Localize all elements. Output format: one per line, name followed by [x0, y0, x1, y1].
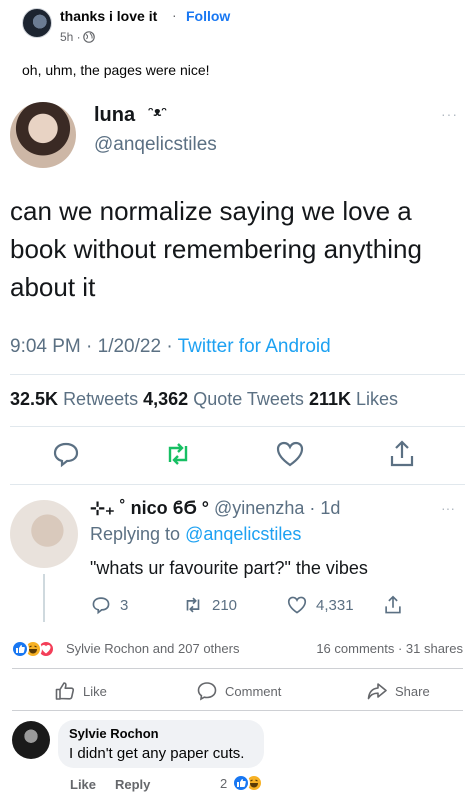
- reply-retweets-count: 210: [212, 596, 238, 614]
- retweets-label: Retweets: [63, 389, 139, 409]
- reply-header: ⊹₊ ˚ nico ϐϬ ° @yinenzha · 1d: [90, 498, 340, 519]
- share-label: Share: [395, 683, 430, 699]
- reply-likes-count: 4,331: [316, 596, 354, 614]
- reply-text: "whats ur favourite part?" the vibes: [90, 558, 368, 578]
- reply-handle-time: @yinenzha · 1d: [214, 498, 341, 518]
- tweet-divider: [10, 426, 465, 427]
- reply-replies-count: 3: [120, 596, 129, 614]
- reaction-names[interactable]: Sylvie Rochon and 207 others: [66, 641, 239, 656]
- divider: [12, 710, 463, 711]
- post-actions: Like Comment Share: [0, 674, 475, 708]
- retweets-count: 32.5K: [10, 389, 59, 409]
- tweet-stats: 32.5K Retweets 4,362 Quote Tweets 211K L…: [10, 389, 398, 410]
- replying-prefix: Replying to: [90, 524, 181, 544]
- reply-icon: [53, 442, 79, 468]
- comment-reaction-count[interactable]: 2: [220, 776, 227, 791]
- tweet-avatar: [10, 102, 76, 168]
- page-avatar[interactable]: [22, 8, 52, 38]
- tweet-divider: [10, 484, 465, 485]
- like-reaction-icon: [11, 640, 29, 658]
- reply-more-icon: ···: [441, 500, 455, 516]
- post-header: thanks i love it · Follow 5h · oh, uhm, …: [0, 0, 475, 88]
- comment-like-button[interactable]: Like: [70, 777, 96, 792]
- reply-replies: 3: [90, 594, 128, 616]
- quotes-label: Quote Tweets: [193, 389, 304, 409]
- reply-retweets: 210: [182, 594, 237, 616]
- reply-name: ⊹₊ ˚ nico ϐϬ °: [90, 498, 209, 518]
- post-time[interactable]: 5h ·: [60, 30, 81, 44]
- share-icon: [385, 595, 401, 614]
- tweet-text: can we normalize saying we love a book w…: [10, 196, 422, 302]
- tweet-more-icon: ···: [441, 106, 458, 122]
- page-name[interactable]: thanks i love it: [60, 8, 157, 24]
- comment-button[interactable]: Comment: [196, 680, 281, 702]
- comment-label: Comment: [225, 683, 282, 699]
- thread-line: [43, 574, 45, 622]
- share-icon: [390, 440, 414, 467]
- reply-share: [382, 594, 404, 616]
- retweet-icon: [186, 597, 200, 613]
- share-button[interactable]: Share: [366, 680, 430, 702]
- share-arrow-icon: [367, 683, 387, 700]
- reply-icon: [92, 597, 110, 615]
- like-label: Like: [83, 683, 107, 699]
- tweet-meta: 9:04 PM · 1/20/22 · Twitter for Android: [10, 336, 331, 358]
- reply-avatar: [10, 500, 78, 568]
- separator-dot: ·: [172, 7, 177, 23]
- thumbs-up-icon: [55, 682, 75, 700]
- follow-button[interactable]: Follow: [186, 8, 230, 24]
- tweet-screenshot[interactable]: luna ᵔᴥᵔ @anqelicstiles ··· can we norma…: [0, 92, 475, 632]
- replying-handle: @anqelicstiles: [185, 524, 302, 544]
- tweet-display-name: luna: [94, 104, 136, 126]
- tweet-timestamp: 9:04 PM · 1/20/22 ·: [10, 336, 178, 357]
- commenter-avatar[interactable]: [12, 721, 50, 759]
- tweet-divider: [10, 374, 465, 375]
- heart-icon: [287, 596, 307, 614]
- reply-actions: 3 210 4,331: [90, 594, 420, 618]
- tweet-handle: @anqelicstiles: [94, 134, 217, 155]
- quotes-count: 4,362: [143, 389, 189, 409]
- likes-label: Likes: [356, 389, 399, 409]
- divider: [12, 668, 463, 669]
- comment-reply-button[interactable]: Reply: [115, 777, 150, 792]
- heart-icon: [276, 441, 304, 467]
- tweet-name-emoji: ᵔᴥᵔ: [148, 104, 167, 119]
- retweet-icon: [168, 443, 188, 465]
- like-reaction-icon: [232, 774, 250, 792]
- reaction-icons[interactable]: [11, 640, 63, 658]
- comment-text: I didn't get any paper cuts.: [69, 745, 245, 762]
- like-button[interactable]: Like: [54, 680, 107, 702]
- globe-icon: [83, 31, 95, 43]
- likes-count: 211K: [308, 389, 351, 409]
- comment-author[interactable]: Sylvie Rochon: [69, 726, 159, 741]
- tweet-actions: [0, 438, 475, 478]
- reply-likes: 4,331: [286, 594, 354, 616]
- comment-icon: [197, 682, 217, 701]
- comment-reaction-icons[interactable]: [232, 773, 268, 793]
- reactions-summary: Sylvie Rochon and 207 others 16 comments…: [0, 636, 475, 662]
- comments-shares-count[interactable]: 16 comments · 31 shares: [316, 641, 463, 656]
- post-caption: oh, uhm, the pages were nice!: [22, 62, 210, 78]
- tweet-app: Twitter for Android: [177, 336, 331, 357]
- replying-to: Replying to @anqelicstiles: [90, 524, 301, 545]
